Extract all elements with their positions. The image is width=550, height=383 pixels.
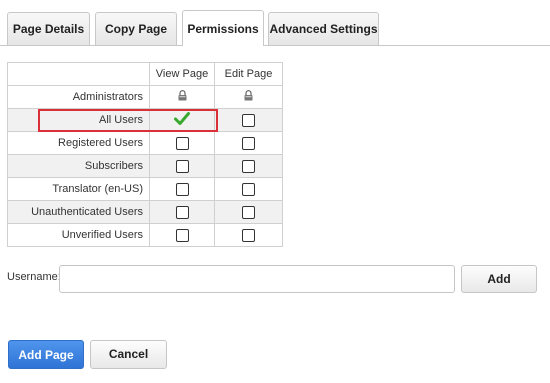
view-page-cell [149, 177, 215, 201]
role-label: Unverified Users [61, 229, 143, 241]
view-page-cell [149, 200, 215, 224]
edit-permission-checkbox[interactable] [242, 113, 255, 127]
edit-page-cell [214, 131, 283, 155]
edit-page-cell [214, 85, 283, 109]
role-cell: Unverified Users [7, 223, 150, 247]
username-label: Username: [7, 271, 61, 283]
add-page-button[interactable]: Add Page [8, 340, 84, 369]
edit-page-cell [214, 223, 283, 247]
permission-row: Registered Users [7, 131, 283, 155]
role-label: Registered Users [58, 137, 143, 149]
role-cell: All Users [7, 108, 150, 132]
view-page-cell [149, 131, 215, 155]
permission-row: Unverified Users [7, 223, 283, 247]
role-label: All Users [98, 114, 143, 126]
role-cell: Administrators [7, 85, 150, 109]
view-page-cell [149, 108, 215, 132]
edit-page-cell [214, 154, 283, 178]
role-label: Subscribers [84, 160, 143, 172]
username-input[interactable] [59, 265, 455, 293]
view-permission-checkbox[interactable] [175, 159, 189, 173]
view-page-cell [149, 154, 215, 178]
tab-copy-page[interactable]: Copy Page [95, 12, 177, 45]
header-view-page: View Page [149, 62, 215, 86]
lock-icon [178, 90, 187, 104]
cancel-button[interactable]: Cancel [90, 340, 167, 369]
header-role [7, 62, 150, 86]
view-permission-checkbox[interactable] [175, 205, 189, 219]
view-permission-checkbox[interactable] [175, 136, 189, 150]
permissions-grid: View Page Edit Page Administrators All Us… [7, 62, 283, 247]
permission-row: Administrators [7, 85, 283, 109]
role-cell: Translator (en-US) [7, 177, 150, 201]
role-label: Unauthenticated Users [31, 206, 143, 218]
edit-permission-checkbox[interactable] [242, 228, 255, 242]
edit-permission-checkbox[interactable] [242, 205, 255, 219]
view-permission-checkbox[interactable] [175, 228, 189, 242]
edit-page-cell [214, 200, 283, 224]
view-page-cell [149, 85, 215, 109]
permission-row: All Users [7, 108, 283, 132]
edit-permission-checkbox[interactable] [242, 182, 255, 196]
tab-page-details[interactable]: Page Details [7, 12, 90, 45]
tab-advanced-settings[interactable]: Advanced Settings [268, 12, 379, 45]
view-permission-checkbox-checked[interactable] [174, 112, 190, 128]
edit-permission-checkbox[interactable] [242, 136, 255, 150]
view-page-cell [149, 223, 215, 247]
permission-row: Translator (en-US) [7, 177, 283, 201]
edit-permission-checkbox[interactable] [242, 159, 255, 173]
role-cell: Registered Users [7, 131, 150, 155]
add-user-button[interactable]: Add [461, 265, 537, 293]
tab-permissions[interactable]: Permissions [182, 10, 264, 46]
permission-row: Subscribers [7, 154, 283, 178]
tab-divider [0, 45, 550, 46]
edit-page-cell [214, 108, 283, 132]
permission-row: Unauthenticated Users [7, 200, 283, 224]
header-edit-page: Edit Page [214, 62, 283, 86]
lock-icon [244, 90, 253, 104]
role-label: Administrators [72, 91, 143, 103]
edit-page-cell [214, 177, 283, 201]
role-label: Translator (en-US) [52, 183, 143, 195]
tab-bar: Page Details Copy Page Permissions Advan… [0, 0, 550, 46]
role-cell: Subscribers [7, 154, 150, 178]
role-cell: Unauthenticated Users [7, 200, 150, 224]
view-permission-checkbox[interactable] [175, 182, 189, 196]
